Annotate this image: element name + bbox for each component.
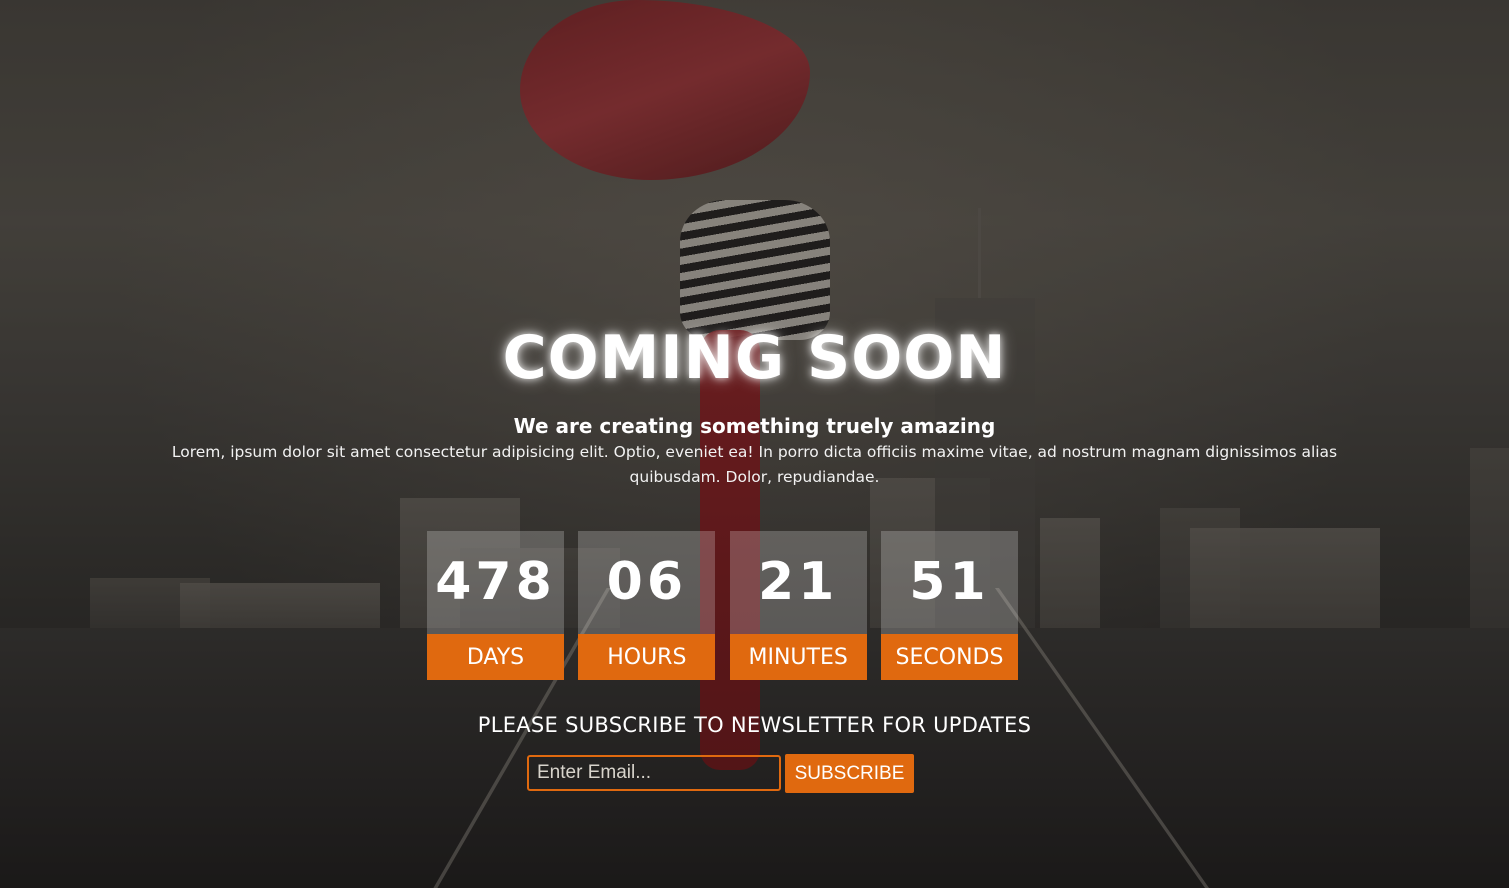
newsletter-heading: PLEASE SUBSCRIBE TO NEWSLETTER FOR UPDAT… <box>477 713 1032 737</box>
email-field[interactable] <box>527 755 781 791</box>
countdown-days-label: DAYS <box>427 634 564 680</box>
countdown-days-value: 478 <box>427 531 564 634</box>
subscribe-form: SUBSCRIBE <box>527 754 914 793</box>
countdown-minutes-label: MINUTES <box>729 634 867 680</box>
countdown-seconds: 51 SECONDS <box>880 531 1018 680</box>
countdown-seconds-value: 51 <box>880 531 1018 634</box>
page-description: Lorem, ipsum dolor sit amet consectetur … <box>171 443 1338 486</box>
page-title: COMING SOON <box>502 323 1007 393</box>
subscribe-button[interactable]: SUBSCRIBE <box>785 754 914 793</box>
countdown-hours-value: 06 <box>578 531 716 634</box>
countdown-minutes: 21 MINUTES <box>729 531 867 680</box>
coming-soon-content: COMING SOON We are creating something tr… <box>0 0 1509 888</box>
countdown-minutes-value: 21 <box>729 531 867 634</box>
countdown-hours: 06 HOURS <box>578 531 716 680</box>
countdown-seconds-label: SECONDS <box>880 634 1018 680</box>
page-subtitle: We are creating something truely amazing <box>513 414 996 438</box>
hero-section: COMING SOON We are creating something tr… <box>0 0 1509 888</box>
countdown-hours-label: HOURS <box>578 634 716 680</box>
countdown-days: 478 DAYS <box>427 531 564 680</box>
countdown-timer: 478 DAYS 06 HOURS 21 MINUTES 51 SECONDS <box>427 531 1018 680</box>
